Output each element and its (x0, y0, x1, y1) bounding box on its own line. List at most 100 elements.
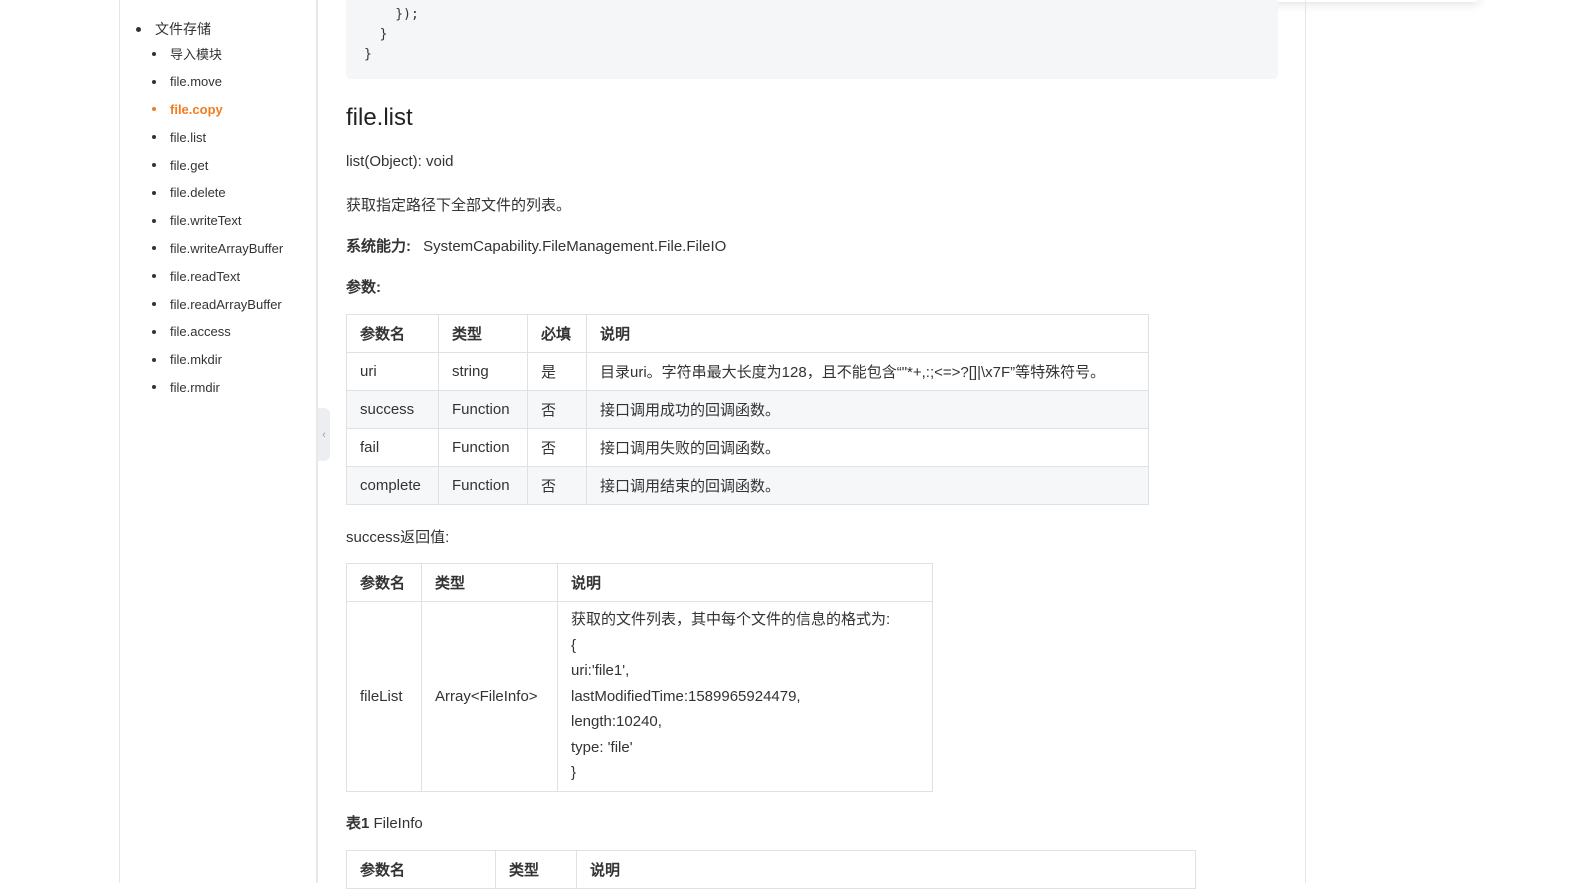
table-header-row: 参数名 类型 必填 说明 (346, 314, 1149, 353)
code-line: } (364, 27, 388, 42)
toc-item-label: file.readArrayBuffer (170, 296, 282, 312)
column-header: 参数名 (346, 314, 439, 353)
table-cell: 否 (527, 466, 587, 505)
toc-item[interactable]: file.list (152, 123, 283, 151)
table-cell: Array<FileInfo> (421, 601, 558, 792)
params-label: 参数: (346, 279, 381, 296)
toc-sub-list: 导入模块 file.move file.copy file.list file.get f… (136, 40, 283, 401)
bullet-icon (152, 357, 156, 362)
table-cell: uri (346, 352, 439, 391)
code-line: }); (364, 7, 419, 22)
table-cell: 接口调用结束的回调函数。 (586, 466, 1149, 505)
toc-item-label: file.readText (170, 268, 241, 284)
table-cell: 接口调用成功的回调函数。 (586, 390, 1149, 429)
bullet-icon (152, 135, 156, 140)
chevron-left-icon: ‹ (322, 428, 326, 441)
table-row: complete Function 否 接口调用结束的回调函数。 (346, 466, 1149, 505)
bullet-icon (136, 26, 141, 32)
table-cell: Function (438, 466, 528, 505)
table-cell: 目录uri。字符串最大长度为128，且不能包含“"*+,:;<=>?[]|\x7… (586, 352, 1149, 391)
toc-item-label: file.list (170, 129, 207, 145)
table-cell: complete (346, 466, 439, 505)
success-return-label: success返回值: (346, 529, 450, 546)
page-frame-left (119, 0, 120, 883)
description-line: 获取的文件列表，其中每个文件的信息的格式为: (571, 611, 891, 629)
toc-item[interactable]: 导入模块 (152, 40, 283, 68)
sidebar-toc: 文件存储 导入模块 file.move file.copy file.list file… (136, 18, 283, 401)
table-cell: Function (438, 390, 528, 429)
bullet-icon (152, 51, 156, 56)
toc-item[interactable]: file.access (152, 318, 283, 346)
toc-item[interactable]: file.readText (152, 262, 283, 290)
toc-item[interactable]: file.rmdir (152, 374, 283, 402)
table-cell: string (438, 352, 528, 391)
table-cell: 接口调用失败的回调函数。 (586, 428, 1149, 467)
bullet-icon (152, 246, 156, 251)
toc-item[interactable]: file.readArrayBuffer (152, 290, 283, 318)
toc-section-file-storage[interactable]: 文件存储 (136, 18, 283, 40)
column-header: 说明 (586, 314, 1149, 353)
table-caption: 表1 FileInfo (346, 812, 423, 833)
sidebar-collapse-toggle[interactable]: ‹ (318, 408, 330, 461)
toc-item-label: file.access (170, 324, 231, 340)
description-line: length:10240, (571, 713, 662, 731)
column-header: 类型 (421, 563, 558, 602)
toc-item-label: file.rmdir (170, 379, 220, 395)
table-cell: fail (346, 428, 439, 467)
caption-text: FileInfo (369, 815, 423, 832)
table-cell: 否 (527, 390, 587, 429)
table-row: uri string 是 目录uri。字符串最大长度为128，且不能包含“"*+… (346, 352, 1149, 391)
description-line: uri:'file1', (571, 662, 630, 680)
toc-item-label: file.delete (170, 185, 226, 201)
table-cell: Function (438, 428, 528, 467)
column-header: 必填 (527, 314, 587, 353)
table-row: success Function 否 接口调用成功的回调函数。 (346, 390, 1149, 429)
page-frame-right (1305, 0, 1306, 883)
description-line: { (571, 636, 577, 654)
toc-item-label: file.writeText (170, 213, 242, 229)
params-table: 参数名 类型 必填 说明 uri string 是 目录uri。字符串最大长度为… (346, 314, 1149, 505)
toc-item[interactable]: file.writeArrayBuffer (152, 235, 283, 263)
toc-item[interactable]: file.mkdir (152, 346, 283, 374)
capability-label: 系统能力: (346, 238, 411, 255)
api-description: 获取指定路径下全部文件的列表。 (346, 197, 572, 214)
toc-item-label: file.copy (170, 101, 223, 117)
toc-item-label: file.writeArrayBuffer (170, 240, 284, 256)
bullet-icon (152, 302, 156, 307)
column-header: 类型 (438, 314, 528, 353)
toc-item[interactable]: file.move (152, 68, 283, 96)
table-row: fail Function 否 接口调用失败的回调函数。 (346, 428, 1149, 467)
table-header-row: 参数名 类型 说明 (346, 563, 933, 602)
bullet-icon (152, 190, 156, 195)
caption-number: 表1 (346, 815, 370, 832)
code-block: }); } } (346, 0, 1278, 79)
toc-item[interactable]: file.writeText (152, 207, 283, 235)
table-cell: success (346, 390, 439, 429)
toc-item-label: file.get (170, 157, 209, 173)
bullet-icon (152, 218, 156, 223)
toc-item-label: file.move (170, 74, 223, 90)
code-line: } (364, 47, 372, 62)
bullet-icon (152, 79, 156, 84)
toc-item[interactable]: file.delete (152, 179, 283, 207)
description-line: } (571, 764, 577, 782)
fileinfo-table: 参数名 类型 说明 (346, 850, 1196, 889)
system-capability: 系统能力: SystemCapability.FileManagement.Fi… (346, 235, 726, 256)
table-row: fileList Array<FileInfo> 获取的文件列表，其中每个文件的… (346, 601, 933, 792)
toc-item[interactable]: file.copy (152, 96, 283, 124)
toc-item-label: 导入模块 (170, 47, 223, 63)
bullet-icon (152, 385, 156, 390)
toc-item[interactable]: file.get (152, 151, 283, 179)
table-cell: fileList (346, 601, 422, 792)
table-cell: 是 (527, 352, 587, 391)
success-table: 参数名 类型 说明 fileList Array<FileInfo> 获取的文件… (346, 563, 933, 792)
toc-section-label: 文件存储 (155, 21, 211, 37)
capability-value: SystemCapability.FileManagement.File.Fil… (423, 238, 727, 255)
bullet-icon (152, 329, 156, 334)
bullet-icon (152, 163, 156, 168)
column-header: 参数名 (346, 563, 422, 602)
table-cell: 否 (527, 428, 587, 467)
bullet-icon (152, 274, 156, 279)
api-signature: list(Object): void (346, 153, 454, 170)
description-line: type: 'file' (571, 738, 633, 756)
